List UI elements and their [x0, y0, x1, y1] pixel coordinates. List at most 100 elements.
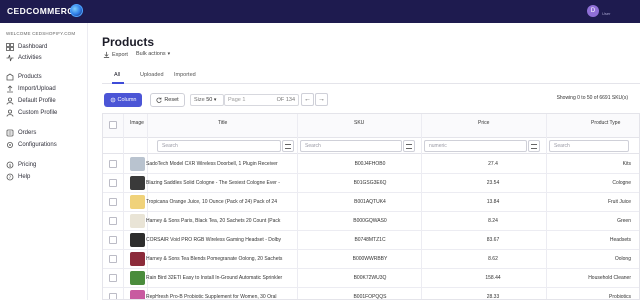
sidebar-item-orders[interactable]: Orders — [6, 128, 36, 137]
product-sku: B001FOPQQS — [353, 294, 387, 300]
product-type: Cologne — [612, 180, 631, 186]
brand-logo-icon[interactable] — [70, 4, 83, 17]
avatar[interactable]: D — [587, 5, 599, 17]
sidebar-item-label: Help — [18, 173, 31, 180]
sidebar-item-pricing[interactable]: $ Pricing — [6, 160, 36, 169]
upload-icon — [7, 84, 13, 92]
type-filter-input[interactable]: Search — [549, 140, 629, 152]
price-filter-input[interactable]: numeric — [424, 140, 527, 152]
size-value: 50 — [206, 97, 213, 103]
column-header-sku[interactable]: SKU — [354, 120, 364, 126]
sidebar-item-label: Configurations — [18, 141, 57, 148]
sidebar-item-products[interactable]: Products — [6, 72, 42, 81]
sidebar-item-help[interactable]: ? Help — [6, 172, 30, 181]
user-role: User — [602, 11, 611, 16]
export-button[interactable]: Export — [103, 51, 128, 58]
product-price: 27.4 — [488, 161, 498, 167]
arrow-right-icon: → — [318, 96, 325, 103]
row-checkbox[interactable] — [109, 255, 117, 263]
page-total: OF 134 — [276, 97, 295, 103]
active-tab-indicator — [112, 82, 124, 84]
sidebar-item-label: Activities — [18, 54, 42, 61]
product-thumbnail — [130, 176, 145, 190]
row-checkbox[interactable] — [109, 293, 117, 299]
sidebar-item-dashboard[interactable]: Dashboard — [6, 42, 47, 51]
table-row[interactable]: Rain Bird 32ETI Easy to Install In-Groun… — [103, 269, 639, 288]
column-header-product-type[interactable]: Product Type — [591, 120, 620, 126]
sidebar-item-label: Products — [18, 73, 42, 80]
title-filter-input[interactable]: Search — [157, 140, 281, 152]
product-title: Rain Bird 32ETI Easy to Install In-Groun… — [146, 275, 283, 281]
refresh-icon — [156, 97, 162, 103]
page-size-select[interactable]: Size 50 ▾ — [190, 94, 224, 106]
table-row[interactable]: Tropicana Orange Juice, 10 Ounce (Pack o… — [103, 193, 639, 212]
table-row[interactable]: Harney & Sons Tea Blends Pomegranate Ool… — [103, 250, 639, 269]
product-price: 83.67 — [486, 237, 500, 243]
product-thumbnail — [130, 157, 145, 171]
prev-page-button[interactable]: ← — [301, 93, 314, 106]
product-title: Tropicana Orange Juice, 10 Ounce (Pack o… — [146, 199, 277, 205]
export-icon — [103, 51, 110, 58]
custom-profile-icon — [6, 109, 14, 117]
row-checkbox[interactable] — [109, 236, 117, 244]
sidebar-item-label: Dashboard — [18, 43, 48, 50]
product-sku: B001AQTUK4 — [354, 199, 386, 205]
row-checkbox[interactable] — [109, 274, 117, 282]
sku-filter-input[interactable]: Search — [300, 140, 402, 152]
sidebar: WELCOME CEDSHOPIFY.COM Dashboard Activit… — [0, 23, 88, 300]
product-type: Kits — [622, 161, 631, 167]
column-button[interactable]: Column — [104, 93, 142, 107]
row-checkbox[interactable] — [109, 217, 117, 225]
product-type: Household Cleaner — [588, 275, 631, 281]
sidebar-item-label: Import/Upload — [18, 85, 56, 92]
tab-bar: All Uploaded Imported — [102, 72, 640, 84]
reset-button[interactable]: Reset — [150, 93, 185, 107]
gear-icon — [110, 97, 115, 103]
column-header-image[interactable]: Image — [130, 120, 144, 126]
sku-filter-menu-icon[interactable] — [403, 140, 415, 152]
tab-uploaded[interactable]: Uploaded — [140, 72, 164, 78]
help-icon: ? — [6, 173, 14, 180]
product-price: 28.33 — [486, 294, 500, 300]
sidebar-item-default-profile[interactable]: Default Profile — [6, 96, 56, 105]
title-filter-menu-icon[interactable] — [282, 140, 294, 152]
bulk-actions-label: Bulk actions — [136, 51, 166, 57]
page-input[interactable]: Page 1 OF 134 — [224, 94, 299, 106]
row-checkbox[interactable] — [109, 179, 117, 187]
column-header-price[interactable]: Price — [478, 120, 489, 126]
product-price: 13.84 — [486, 199, 500, 205]
tab-all[interactable]: All — [112, 72, 124, 84]
table-row[interactable]: Blazing Saddles Solid Cologne - The Sexi… — [103, 174, 639, 193]
product-title: SadoTech Model CXR Wireless Doorbell, 1 … — [146, 161, 278, 167]
product-thumbnail — [130, 233, 145, 247]
next-page-button[interactable]: → — [315, 93, 328, 106]
row-checkbox[interactable] — [109, 160, 117, 168]
tab-imported[interactable]: Imported — [174, 72, 196, 78]
top-bar: CEDCOMMERCE D User — [0, 0, 640, 23]
brand-logo-text[interactable]: CEDCOMMERCE — [7, 6, 80, 16]
sidebar-item-configurations[interactable]: Configurations — [6, 140, 57, 149]
product-title: CORSAIR Void PRO RGB Wireless Gaming Hea… — [146, 237, 282, 243]
sidebar-item-activities[interactable]: Activities — [6, 53, 42, 62]
products-table: Image Title SKU Price Product Type Searc… — [102, 113, 640, 300]
bulk-actions-dropdown[interactable]: Bulk actions ▾ — [136, 51, 170, 57]
page-label: Page 1 — [228, 97, 246, 103]
arrow-left-icon: ← — [304, 96, 311, 103]
sidebar-item-import-upload[interactable]: Import/Upload — [6, 84, 56, 93]
sidebar-item-custom-profile[interactable]: Custom Profile — [6, 108, 57, 117]
column-header-title[interactable]: Title — [218, 120, 227, 126]
page-title: Products — [102, 35, 155, 49]
price-filter-menu-icon[interactable] — [528, 140, 540, 152]
export-label: Export — [112, 51, 128, 58]
select-all-checkbox[interactable] — [109, 121, 117, 129]
table-row[interactable]: RepHresh Pro-B Probiotic Supplement for … — [103, 288, 639, 300]
product-thumbnail — [130, 271, 145, 285]
results-count: Showing 0 to 50 of 6691 SKU(s) — [556, 95, 628, 101]
table-row[interactable]: CORSAIR Void PRO RGB Wireless Gaming Hea… — [103, 231, 639, 250]
product-sku: B000WWRBBY — [352, 256, 388, 262]
table-row[interactable]: Harney & Sons Paris, Black Tea, 20 Sache… — [103, 212, 639, 231]
table-row[interactable]: SadoTech Model CXR Wireless Doorbell, 1 … — [103, 155, 639, 174]
product-type: Probiotics — [609, 294, 631, 300]
row-checkbox[interactable] — [109, 198, 117, 206]
sidebar-item-label: Default Profile — [18, 97, 56, 104]
